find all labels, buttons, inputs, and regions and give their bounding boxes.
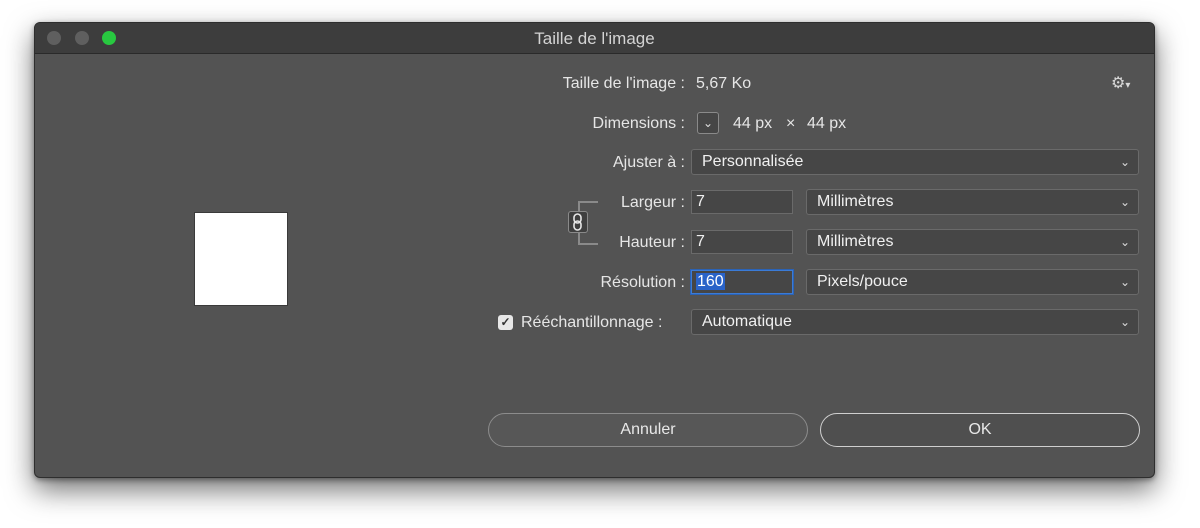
image-size-value: 5,67 Ko xyxy=(696,75,752,92)
dimensions-times: × xyxy=(786,115,796,132)
image-preview xyxy=(194,212,288,306)
fit-to-label: Ajuster à : xyxy=(612,154,685,171)
height-unit-select[interactable]: Millimètres ⌄ xyxy=(806,229,1139,255)
fit-to-select[interactable]: Personnalisée ⌄ xyxy=(691,149,1139,175)
link-chain-icon[interactable] xyxy=(568,211,588,233)
resolution-value: 160 xyxy=(696,273,725,290)
width-unit-value: Millimètres xyxy=(817,193,894,210)
width-label: Largeur : xyxy=(620,194,685,211)
image-size-label: Taille de l'image : xyxy=(562,75,685,92)
height-label: Hauteur : xyxy=(619,234,685,251)
dimensions-height: 44 px xyxy=(807,115,847,132)
chevron-down-icon: ⌄ xyxy=(1119,155,1130,169)
width-input[interactable]: 7 xyxy=(691,190,793,214)
fit-to-value: Personnalisée xyxy=(702,153,804,170)
resolution-label: Résolution : xyxy=(600,274,686,291)
resample-label: Rééchantillonnage : xyxy=(521,314,663,331)
dimensions-unit-dropdown[interactable]: ⌄ xyxy=(697,112,719,134)
width-unit-select[interactable]: Millimètres ⌄ xyxy=(806,189,1139,215)
chevron-down-icon: ⌄ xyxy=(702,116,714,130)
resolution-input[interactable]: 160 xyxy=(691,270,793,294)
chevron-down-icon: ⌄ xyxy=(1119,235,1130,249)
title-bar: Taille de l'image xyxy=(35,23,1154,54)
chevron-down-icon: ⌄ xyxy=(1119,275,1130,289)
window-title: Taille de l'image xyxy=(534,29,655,48)
resample-method-select[interactable]: Automatique ⌄ xyxy=(691,309,1139,335)
resolution-unit-value: Pixels/pouce xyxy=(817,273,908,290)
gear-icon[interactable]: ⚙▾ xyxy=(1111,73,1130,93)
chevron-down-icon: ⌄ xyxy=(1119,315,1130,329)
resolution-unit-select[interactable]: Pixels/pouce ⌄ xyxy=(806,269,1139,295)
cancel-button[interactable]: Annuler xyxy=(488,413,808,447)
dimensions-label: Dimensions : xyxy=(592,115,685,132)
image-size-dialog: Taille de l'image Taille de l'image : 5,… xyxy=(34,22,1155,478)
resample-checkbox[interactable]: ✓ xyxy=(498,315,513,330)
dimensions-width: 44 px xyxy=(733,115,773,132)
chevron-down-icon: ⌄ xyxy=(1119,195,1130,209)
ok-button[interactable]: OK xyxy=(820,413,1140,447)
resample-method-value: Automatique xyxy=(702,313,792,330)
height-unit-value: Millimètres xyxy=(817,233,894,250)
height-input[interactable]: 7 xyxy=(691,230,793,254)
